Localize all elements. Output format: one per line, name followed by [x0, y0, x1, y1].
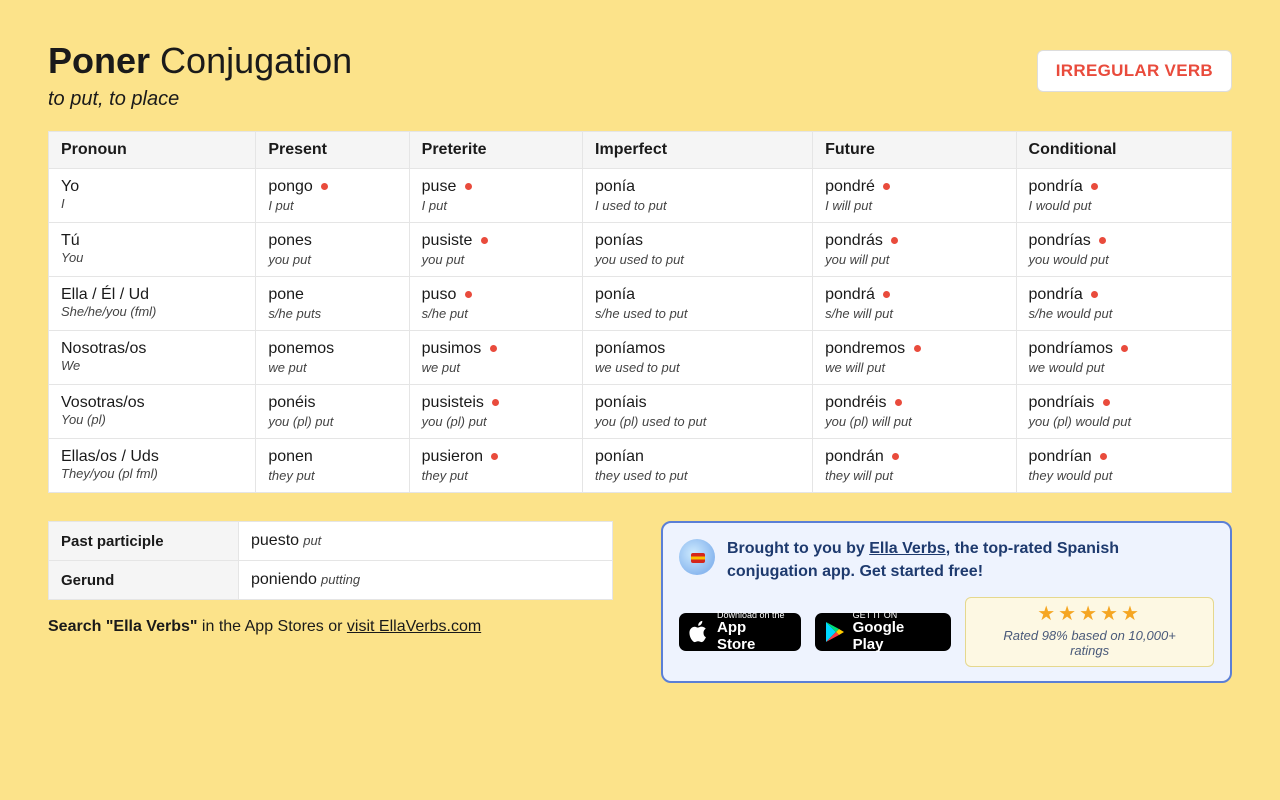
- app-store-button[interactable]: Download on theApp Store: [679, 613, 801, 651]
- conjugation-cell: pongo I put: [256, 169, 409, 223]
- irregular-dot-icon: [492, 399, 499, 406]
- conjugation-cell: pusimos we put: [409, 331, 582, 385]
- table-row: TúYoupones you putpusiste you putponías …: [49, 223, 1232, 277]
- conjugation-cell: poníamos we used to put: [583, 331, 813, 385]
- promo-box: Brought to you by Ella Verbs, the top-ra…: [661, 521, 1232, 683]
- conjugation-cell: pondréis you (pl) will put: [813, 385, 1016, 439]
- rating-text: Rated 98% based on 10,000+ ratings: [982, 628, 1197, 658]
- gerund-label: Gerund: [49, 561, 239, 600]
- past-participle-label: Past participle: [49, 522, 239, 561]
- irregular-dot-icon: [465, 183, 472, 190]
- irregular-dot-icon: [1121, 345, 1128, 352]
- conjugation-cell: ponía s/he used to put: [583, 277, 813, 331]
- conjugation-cell: ponías you used to put: [583, 223, 813, 277]
- conjugation-cell: pondrán they will put: [813, 439, 1016, 493]
- column-header: Pronoun: [49, 132, 256, 169]
- pronoun-cell: Ellas/os / UdsThey/you (pl fml): [49, 439, 256, 493]
- irregular-badge: IRREGULAR VERB: [1037, 50, 1232, 92]
- participle-table: Past participle puesto put Gerund ponien…: [48, 521, 613, 600]
- irregular-dot-icon: [1099, 237, 1106, 244]
- conjugation-cell: pones you put: [256, 223, 409, 277]
- irregular-dot-icon: [491, 453, 498, 460]
- table-row: Ellas/os / UdsThey/you (pl fml)ponen the…: [49, 439, 1232, 493]
- conjugation-cell: ponen they put: [256, 439, 409, 493]
- title-block: Poner Conjugation to put, to place: [48, 40, 352, 111]
- irregular-dot-icon: [892, 453, 899, 460]
- column-header: Conditional: [1016, 132, 1231, 169]
- table-row: Ella / Él / UdShe/he/you (fml)pone s/he …: [49, 277, 1232, 331]
- google-play-icon: [825, 621, 845, 643]
- conjugation-cell: pondrías you would put: [1016, 223, 1231, 277]
- irregular-dot-icon: [914, 345, 921, 352]
- irregular-dot-icon: [895, 399, 902, 406]
- pronoun-cell: Nosotras/osWe: [49, 331, 256, 385]
- table-row: Vosotras/osYou (pl)ponéis you (pl) putpu…: [49, 385, 1232, 439]
- header: Poner Conjugation to put, to place IRREG…: [48, 40, 1232, 111]
- past-participle-value: puesto put: [239, 522, 613, 561]
- conjugation-cell: poníais you (pl) used to put: [583, 385, 813, 439]
- conjugation-cell: pone s/he puts: [256, 277, 409, 331]
- conjugation-cell: pondré I will put: [813, 169, 1016, 223]
- conjugation-cell: pondríais you (pl) would put: [1016, 385, 1231, 439]
- column-header: Preterite: [409, 132, 582, 169]
- column-header: Imperfect: [583, 132, 813, 169]
- conjugation-cell: puso s/he put: [409, 277, 582, 331]
- conjugation-cell: ponían they used to put: [583, 439, 813, 493]
- promo-logo-icon: [679, 539, 715, 575]
- irregular-dot-icon: [1091, 183, 1098, 190]
- irregular-dot-icon: [891, 237, 898, 244]
- conjugation-cell: pondrá s/he will put: [813, 277, 1016, 331]
- conjugation-table: PronounPresentPreteriteImperfectFutureCo…: [48, 131, 1232, 493]
- table-row: Nosotras/osWeponemos we putpusimos we pu…: [49, 331, 1232, 385]
- irregular-dot-icon: [1100, 453, 1107, 460]
- conjugation-cell: pusiste you put: [409, 223, 582, 277]
- column-header: Future: [813, 132, 1016, 169]
- irregular-dot-icon: [1103, 399, 1110, 406]
- irregular-dot-icon: [883, 291, 890, 298]
- conjugation-cell: pondremos we will put: [813, 331, 1016, 385]
- conjugation-cell: pondríamos we would put: [1016, 331, 1231, 385]
- conjugation-cell: ponía I used to put: [583, 169, 813, 223]
- conjugation-cell: ponemos we put: [256, 331, 409, 385]
- pronoun-cell: YoI: [49, 169, 256, 223]
- search-line: Search "Ella Verbs" in the App Stores or…: [48, 618, 613, 636]
- irregular-dot-icon: [321, 183, 328, 190]
- rating-box: ★★★★★ Rated 98% based on 10,000+ ratings: [965, 597, 1214, 667]
- conjugation-cell: ponéis you (pl) put: [256, 385, 409, 439]
- irregular-dot-icon: [465, 291, 472, 298]
- bottom-row: Past participle puesto put Gerund ponien…: [48, 521, 1232, 683]
- conjugation-cell: pondrás you will put: [813, 223, 1016, 277]
- brand-link[interactable]: Ella Verbs: [869, 540, 946, 557]
- left-column: Past participle puesto put Gerund ponien…: [48, 521, 613, 636]
- pronoun-cell: Ella / Él / UdShe/he/you (fml): [49, 277, 256, 331]
- conjugation-cell: pondrían they would put: [1016, 439, 1231, 493]
- conjugation-cell: pondría I would put: [1016, 169, 1231, 223]
- conjugation-cell: pusieron they put: [409, 439, 582, 493]
- gerund-value: poniendo putting: [239, 561, 613, 600]
- column-header: Present: [256, 132, 409, 169]
- irregular-dot-icon: [883, 183, 890, 190]
- irregular-dot-icon: [490, 345, 497, 352]
- irregular-dot-icon: [481, 237, 488, 244]
- apple-icon: [689, 620, 709, 644]
- pronoun-cell: TúYou: [49, 223, 256, 277]
- conjugation-cell: puse I put: [409, 169, 582, 223]
- conjugation-cell: pusisteis you (pl) put: [409, 385, 582, 439]
- promo-text: Brought to you by Ella Verbs, the top-ra…: [727, 537, 1214, 583]
- pronoun-cell: Vosotras/osYou (pl): [49, 385, 256, 439]
- irregular-dot-icon: [1091, 291, 1098, 298]
- visit-link[interactable]: visit EllaVerbs.com: [347, 618, 481, 635]
- stars-icon: ★★★★★: [982, 604, 1197, 624]
- page-title: Poner Conjugation: [48, 40, 352, 82]
- table-row: YoIpongo I putpuse I putponía I used to …: [49, 169, 1232, 223]
- google-play-button[interactable]: GET IT ONGoogle Play: [815, 613, 952, 651]
- conjugation-cell: pondría s/he would put: [1016, 277, 1231, 331]
- subtitle: to put, to place: [48, 88, 352, 111]
